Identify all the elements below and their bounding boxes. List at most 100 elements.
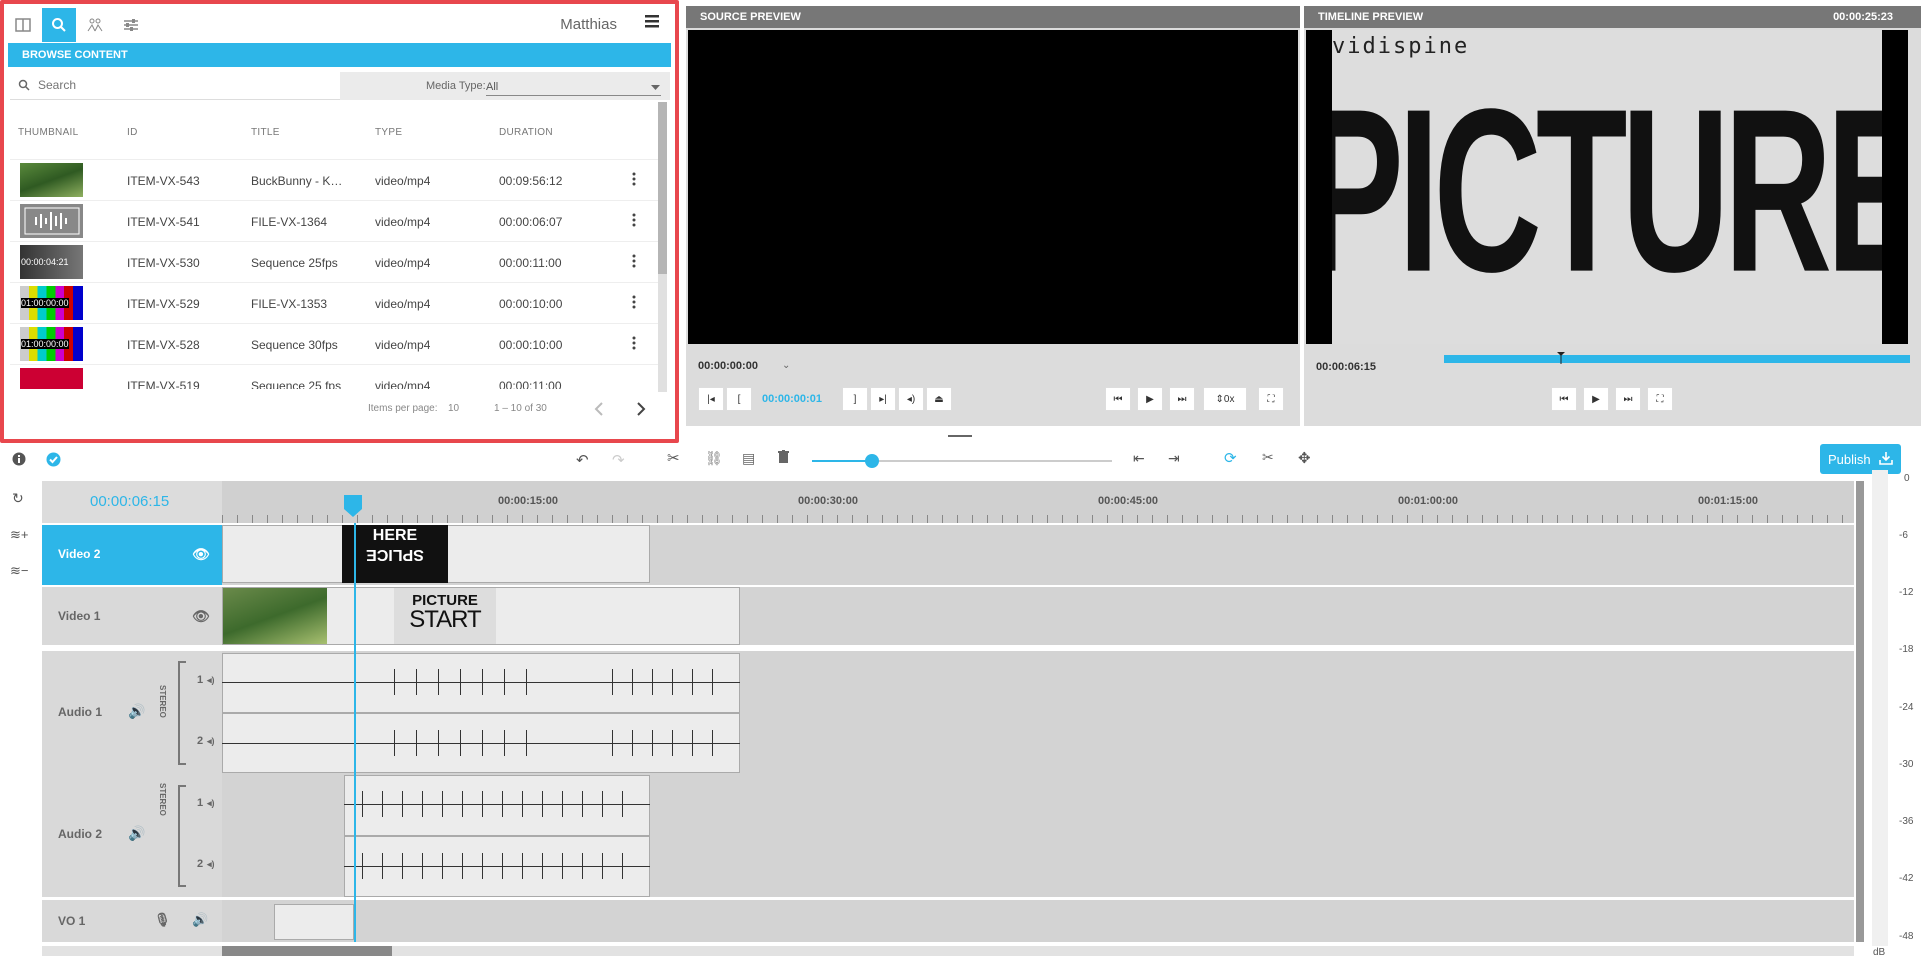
channel-speaker-icon[interactable]: ◂) [207,675,215,686]
ripple-left-icon[interactable]: ⇤ [1133,450,1145,467]
undo-icon[interactable]: ↶ [576,451,589,469]
search-field[interactable] [10,72,340,100]
track-scrollbar[interactable] [1856,481,1864,942]
scrollbar-thumb[interactable] [658,102,667,274]
source-video-viewport[interactable] [688,30,1298,344]
table-row[interactable]: 00:00:04:21 ITEM-VX-530 Sequence 25fps v… [10,241,660,282]
go-to-in-icon[interactable]: |◂ [698,387,724,411]
snap-icon[interactable]: ⟳ [1224,449,1237,467]
column-header-thumbnail[interactable]: THUMBNAIL [18,127,78,138]
eye-icon[interactable]: 👁 [192,608,210,625]
track-header-video2[interactable]: Video 2 👁 [42,525,222,585]
razor-icon[interactable]: ✂ [1262,449,1274,466]
filter-settings-icon[interactable] [114,8,148,42]
row-menu-icon[interactable] [632,213,636,227]
timeline-preview-scrubber[interactable] [1444,352,1910,364]
microphone-off-icon[interactable]: 🎙 [154,912,171,928]
timeline-video-viewport[interactable]: vidispine PICTURE [1306,30,1908,344]
info-icon[interactable] [12,452,26,466]
fullscreen-icon[interactable]: ⛶ [1647,387,1673,411]
media-type-value[interactable]: All [486,81,661,96]
column-header-id[interactable]: ID [127,127,138,138]
track-header-audio2[interactable]: Audio 2 🔊 STEREO 1 ◂) 2 ◂) [42,775,222,897]
speaker-icon[interactable]: 🔊 [192,912,208,928]
column-header-title[interactable]: TITLE [251,127,280,138]
search-input[interactable] [38,78,328,92]
track-header-video1[interactable]: Video 1 👁 [42,587,222,645]
play-icon[interactable]: ▶ [1137,387,1163,411]
next-page-icon[interactable] [636,402,646,416]
expand-icon[interactable]: ✥ [1298,449,1311,467]
table-row[interactable]: ITEM-VX-543 BuckBunny - K… video/mp4 00:… [10,159,660,200]
table-row[interactable]: ITEM-VX-519 Sequence 25 fps video/mp4 00… [10,364,660,389]
track-video2[interactable]: HERE SPLICE [222,525,1854,585]
table-row[interactable]: ITEM-VX-541 FILE-VX-1364 video/mp4 00:00… [10,200,660,241]
ripple-right-icon[interactable]: ⇥ [1168,450,1180,467]
previous-page-icon[interactable] [594,402,604,416]
publish-button[interactable]: Publish [1820,444,1901,474]
add-track-icon[interactable]: ≋+ [10,527,28,543]
channel-speaker-icon[interactable]: ◂) [207,798,215,809]
row-menu-icon[interactable] [632,336,636,350]
table-scrollbar[interactable] [658,102,667,392]
speaker-icon[interactable]: 🔊 [128,703,145,720]
cut-icon[interactable]: ✂ [667,449,680,467]
track-header-vo1[interactable]: VO 1 🎙 🔊 [42,900,222,942]
refresh-icon[interactable]: ↻ [12,490,24,507]
column-header-type[interactable]: TYPE [375,127,402,138]
panel-resize-handle[interactable] [948,435,972,437]
track-audio1[interactable] [222,651,1854,775]
panel-layout-icon[interactable] [6,8,40,42]
track-header-audio1[interactable]: Audio 1 🔊 STEREO 1 ◂) 2 ◂) [42,651,222,775]
source-in-point[interactable]: 00:00:00:01 [762,393,822,405]
go-to-out-icon[interactable]: ▸| [870,387,896,411]
delete-icon[interactable] [778,450,789,463]
scrubber-handle-icon[interactable] [1556,352,1565,364]
track-video1[interactable]: PICTURE START [222,587,1854,645]
playback-speed[interactable]: ⇕ 0x [1203,387,1247,411]
table-row[interactable]: 01:00:00:00 ITEM-VX-528 Sequence 30fps v… [10,323,660,364]
playhead-marker-icon[interactable] [344,495,362,517]
speaker-icon[interactable]: 🔊 [128,825,145,842]
step-forward-icon[interactable]: ⏭ [1169,387,1195,411]
timeline-scrollbar-thumb[interactable] [222,946,392,956]
insert-audio-icon[interactable]: ◂) [898,387,924,411]
timeline-clip[interactable] [274,904,354,940]
hamburger-menu-icon[interactable] [645,14,659,28]
channel-speaker-icon[interactable]: ◂) [207,859,215,870]
step-forward-icon[interactable]: ⏭ [1615,387,1641,411]
chevron-down-icon[interactable]: ⌄ [782,360,790,371]
unlink-icon[interactable]: ⛓ [705,450,723,467]
redo-icon[interactable]: ↷ [612,451,625,469]
remove-track-icon[interactable]: ≋− [10,563,28,579]
table-row[interactable]: 01:00:00:00 ITEM-VX-529 FILE-VX-1353 vid… [10,282,660,323]
zoom-slider-handle[interactable] [865,454,879,468]
row-menu-icon[interactable] [632,172,636,186]
align-icon[interactable]: ▤ [742,450,755,467]
item-duration: 00:00:10:00 [499,297,563,311]
step-back-icon[interactable]: ⏮ [1105,387,1131,411]
mark-in-icon[interactable]: [ [726,387,752,411]
timeline-scrollbar[interactable] [42,946,1854,956]
fullscreen-icon[interactable]: ⛶ [1258,387,1284,411]
play-icon[interactable]: ▶ [1583,387,1609,411]
playhead-line [354,523,356,942]
track-audio2[interactable] [222,775,1854,897]
check-circle-icon[interactable] [46,452,61,467]
overwrite-icon[interactable]: ⏏ [926,387,952,411]
mark-out-icon[interactable]: ] [842,387,868,411]
zoom-slider[interactable] [812,454,1112,468]
row-menu-icon[interactable] [632,295,636,309]
eye-icon[interactable]: 👁 [192,546,210,563]
time-ruler[interactable]: 00:00:15:00 00:00:30:00 00:00:45:00 00:0… [222,481,1854,523]
items-per-page-value[interactable]: 10 [448,403,459,414]
channel-speaker-icon[interactable]: ◂) [207,736,215,747]
row-menu-icon[interactable] [632,254,636,268]
search-tab-icon[interactable] [42,8,76,42]
splice-clip[interactable]: HERE SPLICE [342,525,448,583]
column-header-duration[interactable]: DURATION [499,127,553,138]
cast-tab-icon[interactable] [78,8,112,42]
step-back-icon[interactable]: ⏮ [1551,387,1577,411]
track-vo1[interactable] [222,900,1854,942]
media-type-select[interactable]: Media Type: All [340,72,670,100]
